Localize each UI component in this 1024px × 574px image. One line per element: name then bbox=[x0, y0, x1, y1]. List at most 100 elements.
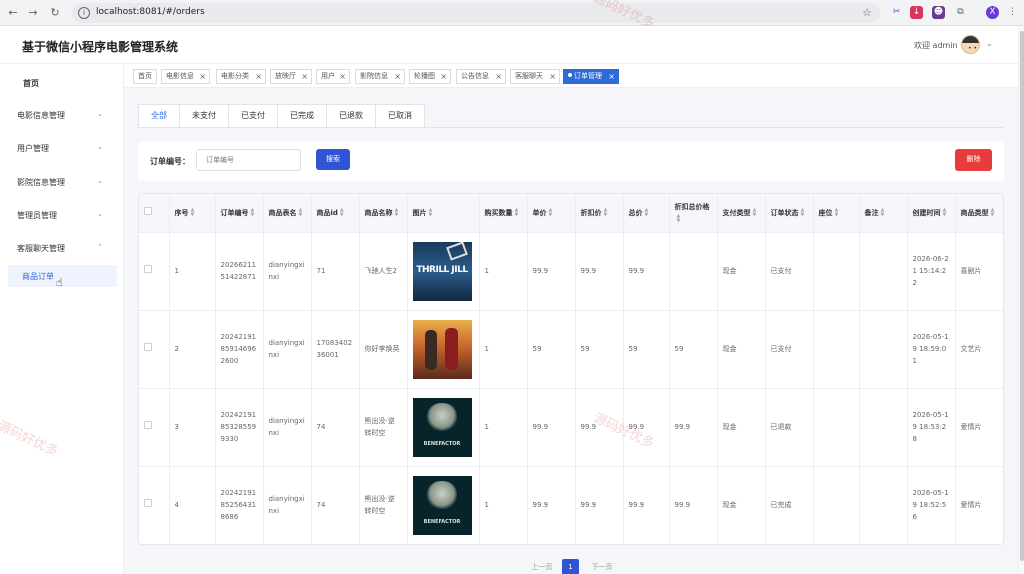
row-checkbox[interactable] bbox=[144, 343, 152, 351]
column-header[interactable]: 支付类型 ▲ ▼ bbox=[717, 194, 766, 233]
puzzle-extensions-icon[interactable]: ⧉ bbox=[954, 6, 967, 19]
prev-page-button[interactable]: 上一页 bbox=[524, 559, 560, 574]
scrollbar-thumb[interactable] bbox=[1020, 31, 1024, 561]
tab-completed[interactable]: 已完成 bbox=[277, 104, 327, 128]
table-row[interactable]: 2 20242191859146962600 dianyingxinxi 170… bbox=[139, 310, 1003, 389]
avatar-extension-icon[interactable]: ☻ bbox=[932, 6, 945, 19]
column-header[interactable]: 创建时间 ▲ ▼ bbox=[907, 194, 956, 233]
sort-caret-icon[interactable]: ▲ ▼ bbox=[835, 207, 839, 218]
tab-refunded[interactable]: 已退款 bbox=[326, 104, 376, 128]
close-icon[interactable]: × bbox=[199, 70, 206, 83]
close-icon[interactable]: × bbox=[549, 70, 556, 83]
table-row[interactable]: 3 20242191853285599330 dianyingxinxi 74 … bbox=[139, 388, 1003, 467]
sidebar-item-admins[interactable]: 管理员管理 ⌄ bbox=[0, 204, 124, 226]
column-header[interactable]: 订单状态 ▲ ▼ bbox=[765, 194, 814, 233]
row-checkbox[interactable] bbox=[144, 265, 152, 273]
close-icon[interactable]: × bbox=[255, 70, 262, 83]
column-header[interactable]: 单价 ▲ ▼ bbox=[527, 194, 576, 233]
tag-home[interactable]: 首页 bbox=[133, 69, 157, 84]
search-button[interactable]: 搜索 bbox=[316, 149, 350, 170]
movie-poster-image[interactable]: BENEFACTOR bbox=[412, 397, 472, 457]
sidebar-item-home[interactable]: 首页 bbox=[0, 72, 124, 94]
row-checkbox[interactable] bbox=[144, 499, 152, 507]
column-header[interactable]: 商品类型 ▲ ▼ bbox=[955, 194, 1003, 233]
column-header[interactable]: 商品id ▲ ▼ bbox=[311, 194, 360, 233]
sidebar-item-chat[interactable]: 客服聊天管理 ⌃ bbox=[0, 237, 124, 259]
column-header[interactable]: 座位 ▲ ▼ bbox=[813, 194, 860, 233]
sort-caret-icon[interactable]: ▲ ▼ bbox=[991, 207, 995, 218]
sort-caret-icon[interactable]: ▲ ▼ bbox=[677, 213, 681, 224]
close-icon[interactable]: × bbox=[495, 70, 502, 83]
column-header[interactable]: 备注 ▲ ▼ bbox=[859, 194, 908, 233]
column-header[interactable]: 总价 ▲ ▼ bbox=[623, 194, 670, 233]
column-header[interactable]: 图片 ▲ ▼ bbox=[407, 194, 480, 233]
column-header[interactable]: 商品名称 ▲ ▼ bbox=[359, 194, 408, 233]
close-icon[interactable]: × bbox=[339, 70, 346, 83]
table-row[interactable]: 1 2026621151422871 dianyingxinxi 71 飞驰人生… bbox=[139, 232, 1003, 311]
tab-all[interactable]: 全部 bbox=[138, 104, 180, 128]
column-header[interactable]: 折扣价 ▲ ▼ bbox=[575, 194, 624, 233]
sort-caret-icon[interactable]: ▲ ▼ bbox=[191, 207, 195, 218]
column-header[interactable]: 商品表名 ▲ ▼ bbox=[263, 194, 312, 233]
table-row[interactable]: 4 20242191852564318686 dianyingxinxi 74 … bbox=[139, 466, 1003, 544]
user-avatar[interactable]: • • bbox=[961, 35, 980, 54]
column-header[interactable]: 购买数量 ▲ ▼ bbox=[479, 194, 528, 233]
reload-icon[interactable]: ↻ bbox=[48, 6, 62, 20]
select-all-cell[interactable] bbox=[139, 194, 170, 233]
column-header[interactable]: 折扣总价格 ▲ ▼ bbox=[669, 194, 718, 233]
row-checkbox-cell[interactable] bbox=[139, 388, 170, 467]
delete-button[interactable]: 删除 bbox=[955, 149, 992, 171]
tab-unpaid[interactable]: 未支付 bbox=[179, 104, 229, 128]
browser-menu-icon[interactable]: ⋮ bbox=[1006, 6, 1019, 19]
next-page-button[interactable]: 下一页 bbox=[584, 559, 620, 574]
close-icon[interactable]: × bbox=[608, 70, 615, 83]
tag-carousel[interactable]: 轮播图 × bbox=[409, 69, 451, 84]
sidebar-item-movie-info[interactable]: 电影信息管理 ⌄ bbox=[0, 104, 124, 126]
sort-caret-icon[interactable]: ▲ ▼ bbox=[604, 207, 608, 218]
back-arrow-icon[interactable]: ← bbox=[6, 6, 20, 20]
close-icon[interactable]: × bbox=[394, 70, 401, 83]
tab-cancelled[interactable]: 已取消 bbox=[375, 104, 425, 128]
sort-caret-icon[interactable]: ▲ ▼ bbox=[395, 207, 399, 218]
chevron-down-icon[interactable]: ⌄ bbox=[986, 39, 993, 48]
movie-poster-image[interactable]: BENEFACTOR bbox=[412, 475, 472, 535]
page-scrollbar[interactable] bbox=[1018, 26, 1024, 574]
row-checkbox-cell[interactable] bbox=[139, 466, 170, 544]
sort-caret-icon[interactable]: ▲ ▼ bbox=[299, 207, 303, 218]
column-header[interactable]: 订单编号 ▲ ▼ bbox=[215, 194, 264, 233]
row-checkbox-cell[interactable] bbox=[139, 232, 170, 311]
movie-poster-image[interactable]: THRILL JILL bbox=[412, 241, 472, 301]
order-no-input[interactable] bbox=[196, 149, 301, 171]
sort-caret-icon[interactable]: ▲ ▼ bbox=[429, 207, 433, 218]
sort-caret-icon[interactable]: ▲ ▼ bbox=[340, 207, 344, 218]
row-checkbox-cell[interactable] bbox=[139, 310, 170, 389]
sidebar-item-cinema-info[interactable]: 影院信息管理 ⌄ bbox=[0, 171, 124, 193]
row-checkbox[interactable] bbox=[144, 421, 152, 429]
sort-caret-icon[interactable]: ▲ ▼ bbox=[753, 207, 757, 218]
sort-caret-icon[interactable]: ▲ ▼ bbox=[251, 207, 255, 218]
tab-paid[interactable]: 已支付 bbox=[228, 104, 278, 128]
profile-avatar[interactable]: X bbox=[986, 6, 999, 19]
site-info-icon[interactable]: i bbox=[78, 7, 90, 19]
url-text[interactable]: localhost:8081/#/orders bbox=[96, 7, 205, 17]
sort-caret-icon[interactable]: ▲ ▼ bbox=[549, 207, 553, 218]
movie-poster-image[interactable] bbox=[412, 319, 472, 379]
download-extension-icon[interactable]: ↓ bbox=[910, 6, 923, 19]
sort-caret-icon[interactable]: ▲ ▼ bbox=[515, 207, 519, 218]
sort-caret-icon[interactable]: ▲ ▼ bbox=[881, 207, 885, 218]
sort-caret-icon[interactable]: ▲ ▼ bbox=[645, 207, 649, 218]
tag-screening-hall[interactable]: 放映厅 × bbox=[270, 69, 312, 84]
sort-caret-icon[interactable]: ▲ ▼ bbox=[943, 207, 947, 218]
page-number-current[interactable]: 1 bbox=[562, 559, 579, 574]
tag-movie-category[interactable]: 电影分类 × bbox=[216, 69, 266, 84]
address-bar[interactable]: i localhost:8081/#/orders ☆ bbox=[72, 3, 880, 23]
sidebar-item-users[interactable]: 用户管理 ⌄ bbox=[0, 137, 124, 159]
column-header[interactable]: 序号 ▲ ▼ bbox=[169, 194, 216, 233]
tag-users[interactable]: 用户 × bbox=[316, 69, 350, 84]
forward-arrow-icon[interactable]: → bbox=[26, 6, 40, 20]
close-icon[interactable]: × bbox=[301, 70, 308, 83]
close-icon[interactable]: × bbox=[440, 70, 447, 83]
select-all-checkbox[interactable] bbox=[144, 206, 152, 215]
tag-movie-info[interactable]: 电影信息 × bbox=[161, 69, 210, 84]
tag-cinema-info[interactable]: 影院信息 × bbox=[355, 69, 405, 84]
